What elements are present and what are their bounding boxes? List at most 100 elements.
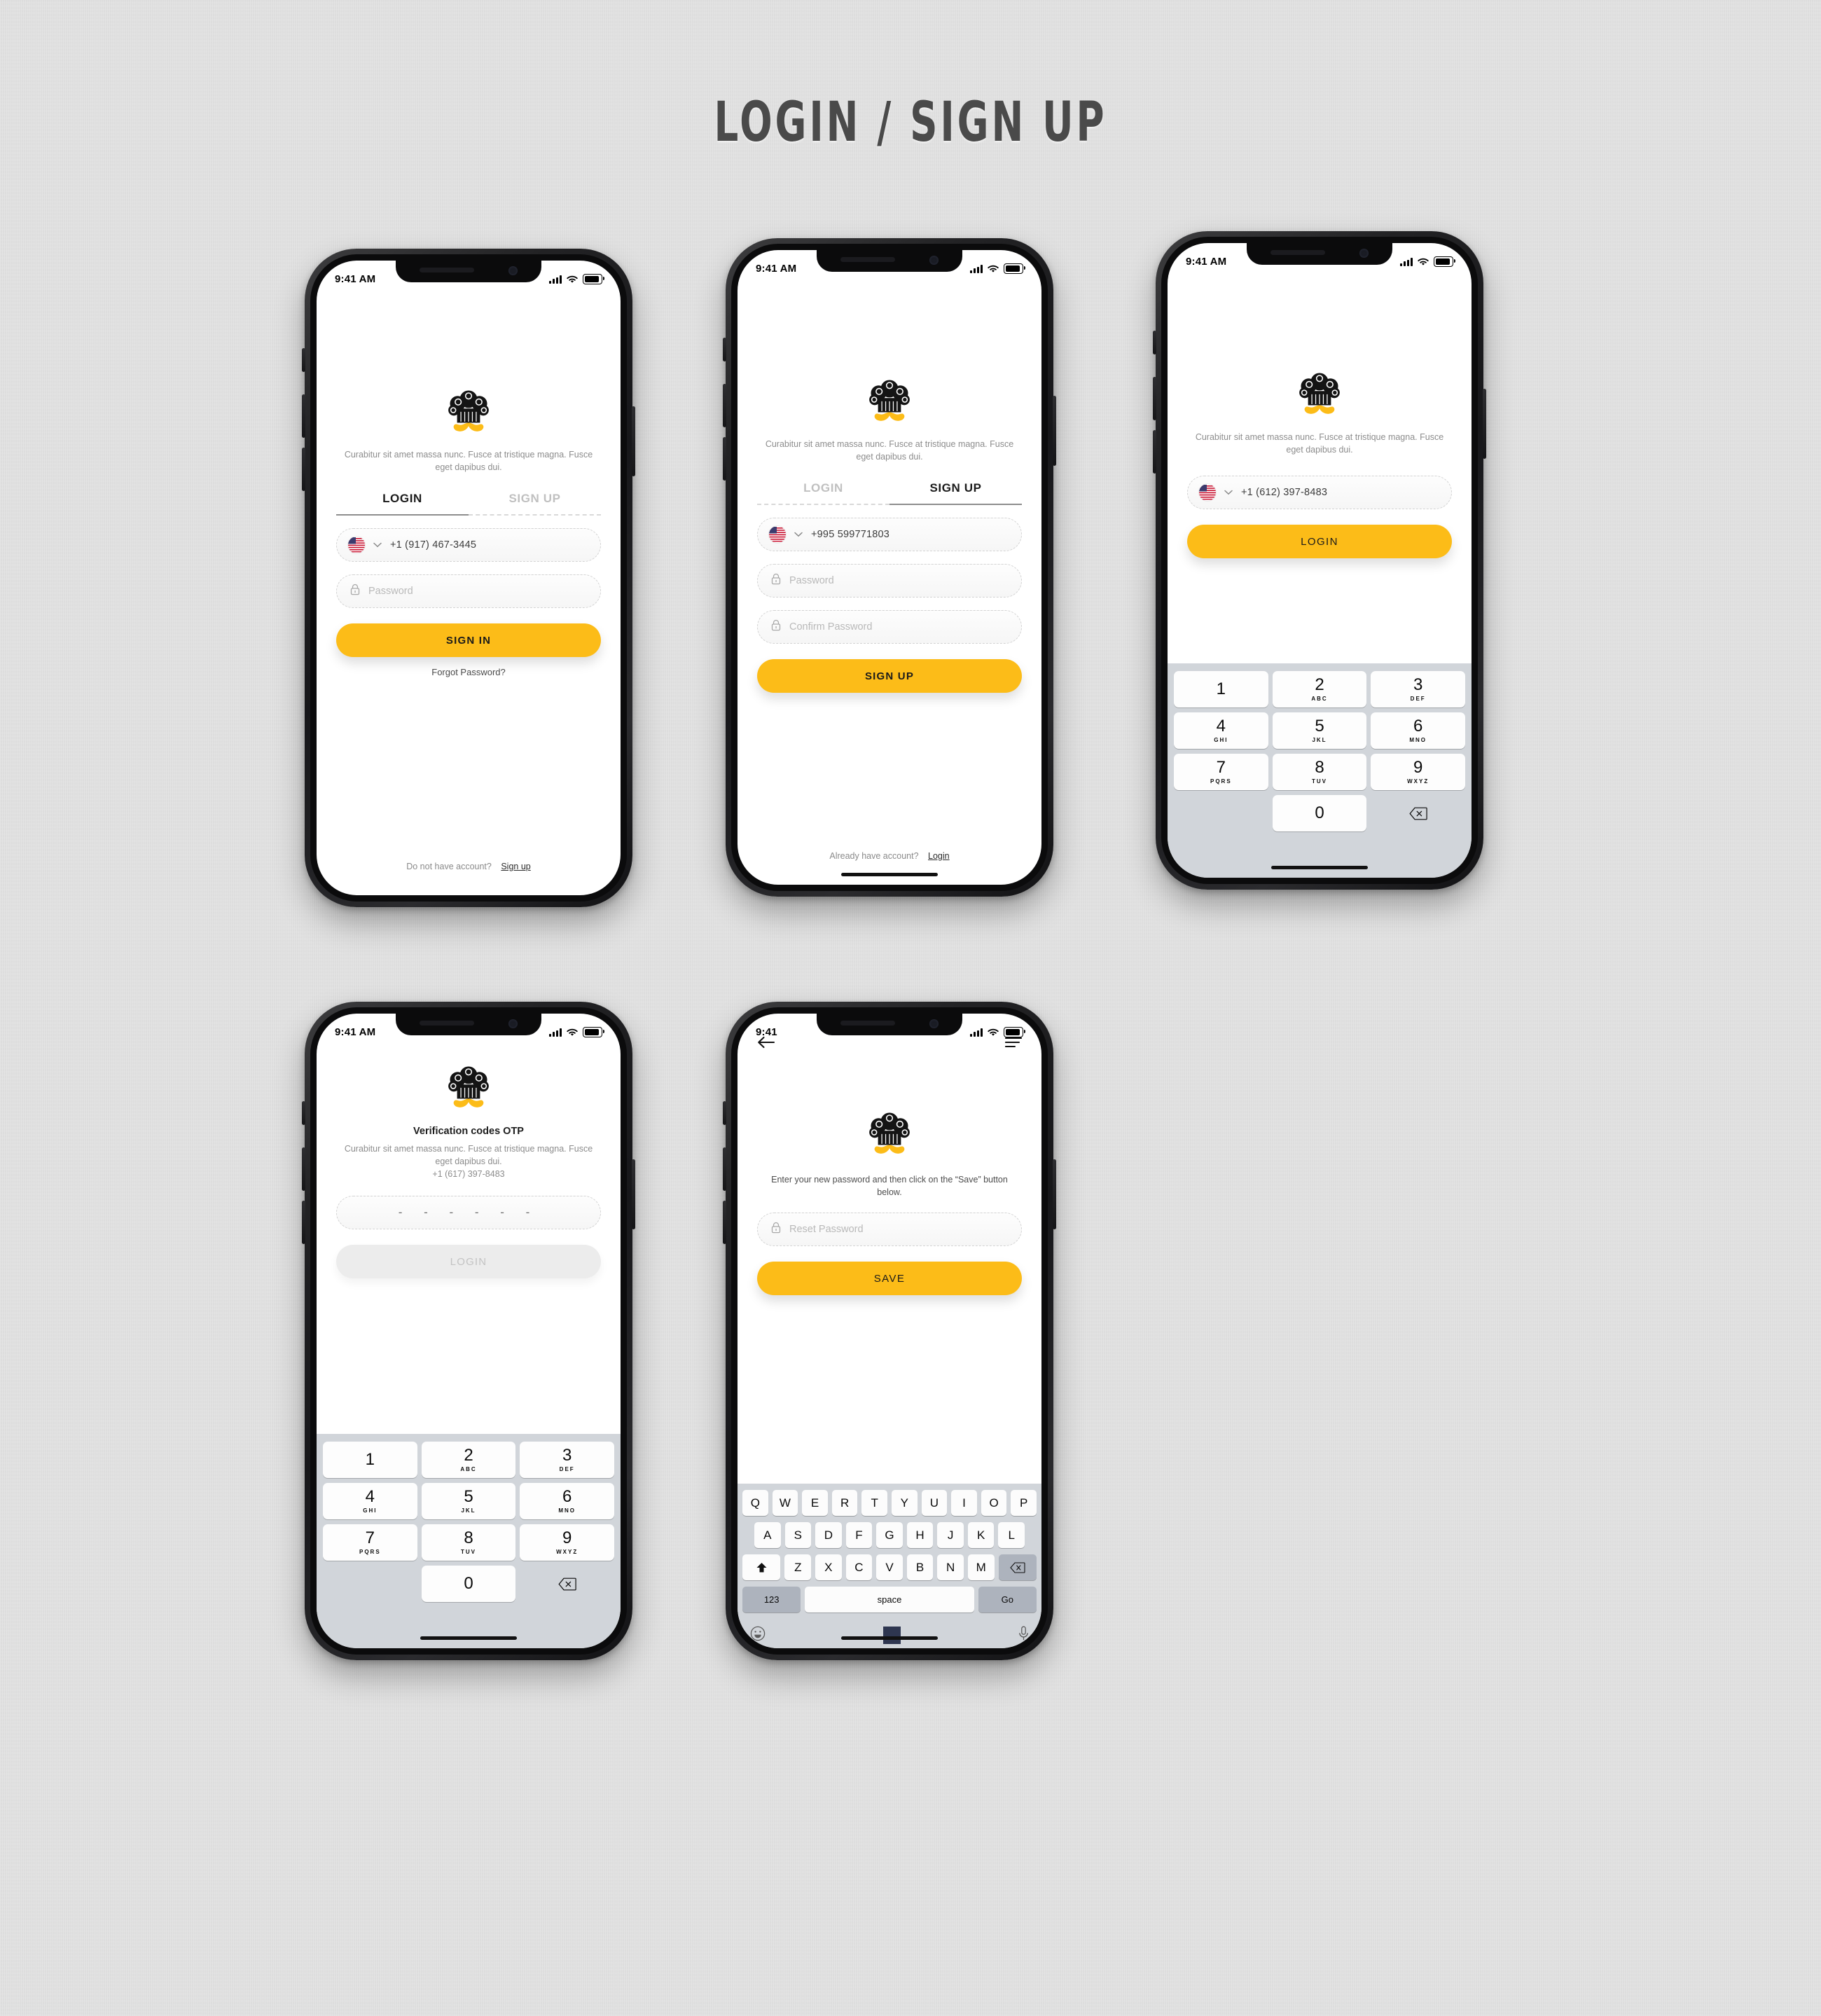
key-d[interactable]: D (815, 1522, 842, 1548)
tab-login[interactable]: LOGIN (336, 492, 469, 516)
return-go-key[interactable]: Go (978, 1587, 1037, 1613)
key-z[interactable]: Z (784, 1554, 812, 1580)
keypad-key-5[interactable]: 5 JKL (1272, 712, 1367, 749)
key-i[interactable]: I (951, 1490, 977, 1516)
login-button-disabled[interactable]: LOGIN (336, 1245, 601, 1279)
login-button[interactable]: LOGIN (1187, 525, 1452, 559)
confirm-password-field[interactable]: Confirm Password (757, 610, 1022, 644)
home-indicator[interactable] (841, 1636, 938, 1640)
us-flag-icon[interactable] (348, 537, 365, 554)
home-indicator[interactable] (841, 873, 938, 876)
volume-up-button[interactable] (723, 384, 726, 427)
key-y[interactable]: Y (892, 1490, 918, 1516)
keypad-key-8[interactable]: 8 TUV (421, 1524, 516, 1561)
keypad-key-2[interactable]: 2 ABC (421, 1442, 516, 1478)
keypad-key-6[interactable]: 6 MNO (520, 1483, 615, 1519)
keypad-key-9[interactable]: 9 WXYZ (520, 1524, 615, 1561)
chevron-down-icon[interactable] (373, 539, 382, 551)
space-key[interactable]: space (805, 1587, 974, 1613)
power-button[interactable] (1053, 396, 1056, 466)
volume-down-button[interactable] (302, 448, 305, 491)
key-l[interactable]: L (998, 1522, 1025, 1548)
volume-up-button[interactable] (1153, 377, 1156, 420)
otp-code-input[interactable]: - - - - - - (336, 1196, 601, 1230)
key-h[interactable]: H (906, 1522, 934, 1548)
phone-number-field[interactable]: +1 (917) 467-3445 (336, 528, 601, 562)
power-button[interactable] (632, 1159, 635, 1229)
tab-login[interactable]: LOGIN (757, 481, 889, 506)
microphone-icon[interactable] (1018, 1626, 1029, 1645)
key-u[interactable]: U (921, 1490, 948, 1516)
keypad-key-2[interactable]: 2 ABC (1272, 671, 1367, 707)
chevron-down-icon[interactable] (1224, 486, 1233, 499)
keypad-key-5[interactable]: 5 JKL (421, 1483, 516, 1519)
keypad-key-7[interactable]: 7 PQRS (1174, 754, 1268, 790)
phone-number-field[interactable]: +995 599771803 (757, 518, 1022, 552)
key-b[interactable]: B (906, 1554, 934, 1580)
keypad-key-3[interactable]: 3 DEF (520, 1442, 615, 1478)
keypad-key-1[interactable]: 1 (1174, 671, 1268, 707)
password-field[interactable]: Password (757, 564, 1022, 598)
volume-down-button[interactable] (302, 1201, 305, 1244)
reset-password-field[interactable]: Reset Password (757, 1213, 1022, 1247)
key-g[interactable]: G (876, 1522, 903, 1548)
key-c[interactable]: C (845, 1554, 873, 1580)
password-field[interactable]: Password (336, 574, 601, 609)
keypad-key-6[interactable]: 6 MNO (1371, 712, 1466, 749)
key-j[interactable]: J (937, 1522, 964, 1548)
backspace-icon[interactable] (998, 1554, 1037, 1580)
save-button[interactable]: SAVE (757, 1262, 1022, 1296)
login-link[interactable]: Login (928, 851, 950, 861)
volume-up-button[interactable] (302, 394, 305, 438)
home-indicator[interactable] (420, 1636, 517, 1640)
key-k[interactable]: K (967, 1522, 995, 1548)
mute-switch[interactable] (723, 1101, 726, 1125)
keypad-key-1[interactable]: 1 (323, 1442, 417, 1478)
tab-signup[interactable]: SIGN UP (469, 492, 601, 516)
power-button[interactable] (632, 406, 635, 476)
numeric-switch-key[interactable]: 123 (742, 1587, 801, 1613)
home-indicator[interactable] (1271, 866, 1368, 869)
power-button[interactable] (1053, 1159, 1056, 1229)
forgot-password-link[interactable]: Forgot Password? (317, 667, 621, 677)
shift-up-icon[interactable] (742, 1554, 781, 1580)
key-t[interactable]: T (861, 1490, 887, 1516)
key-v[interactable]: V (876, 1554, 903, 1580)
key-w[interactable]: W (772, 1490, 798, 1516)
chevron-down-icon[interactable] (794, 528, 803, 541)
phone-number-field[interactable]: +1 (612) 397-8483 (1187, 476, 1452, 510)
mute-switch[interactable] (723, 338, 726, 361)
keypad-key-9[interactable]: 9 WXYZ (1371, 754, 1466, 790)
key-r[interactable]: R (831, 1490, 858, 1516)
keypad-key-3[interactable]: 3 DEF (1371, 671, 1466, 707)
mute-switch[interactable] (302, 348, 305, 372)
signup-link[interactable]: Sign up (501, 862, 530, 871)
volume-down-button[interactable] (1153, 430, 1156, 474)
key-x[interactable]: X (815, 1554, 842, 1580)
key-s[interactable]: S (784, 1522, 812, 1548)
key-q[interactable]: Q (742, 1490, 768, 1516)
key-e[interactable]: E (802, 1490, 828, 1516)
volume-down-button[interactable] (723, 1201, 726, 1244)
key-m[interactable]: M (967, 1554, 995, 1580)
keypad-key-0[interactable]: 0 (1272, 795, 1367, 831)
sign-up-button[interactable]: SIGN UP (757, 659, 1022, 693)
keypad-key-8[interactable]: 8 TUV (1272, 754, 1367, 790)
key-n[interactable]: N (937, 1554, 964, 1580)
keypad-key-7[interactable]: 7 PQRS (323, 1524, 417, 1561)
keypad-key-4[interactable]: 4 GHI (1174, 712, 1268, 749)
tab-signup[interactable]: SIGN UP (889, 481, 1022, 506)
backspace-icon[interactable] (520, 1566, 614, 1602)
keypad-key-0[interactable]: 0 (421, 1566, 516, 1602)
sign-in-button[interactable]: SIGN IN (336, 623, 601, 658)
us-flag-icon[interactable] (769, 526, 786, 544)
volume-up-button[interactable] (302, 1147, 305, 1191)
mute-switch[interactable] (302, 1101, 305, 1125)
key-o[interactable]: O (981, 1490, 1007, 1516)
volume-down-button[interactable] (723, 437, 726, 481)
us-flag-icon[interactable] (1199, 484, 1216, 502)
key-a[interactable]: A (754, 1522, 781, 1548)
mute-switch[interactable] (1153, 331, 1156, 354)
emoji-smile-icon[interactable] (750, 1626, 766, 1645)
backspace-icon[interactable] (1371, 795, 1465, 831)
